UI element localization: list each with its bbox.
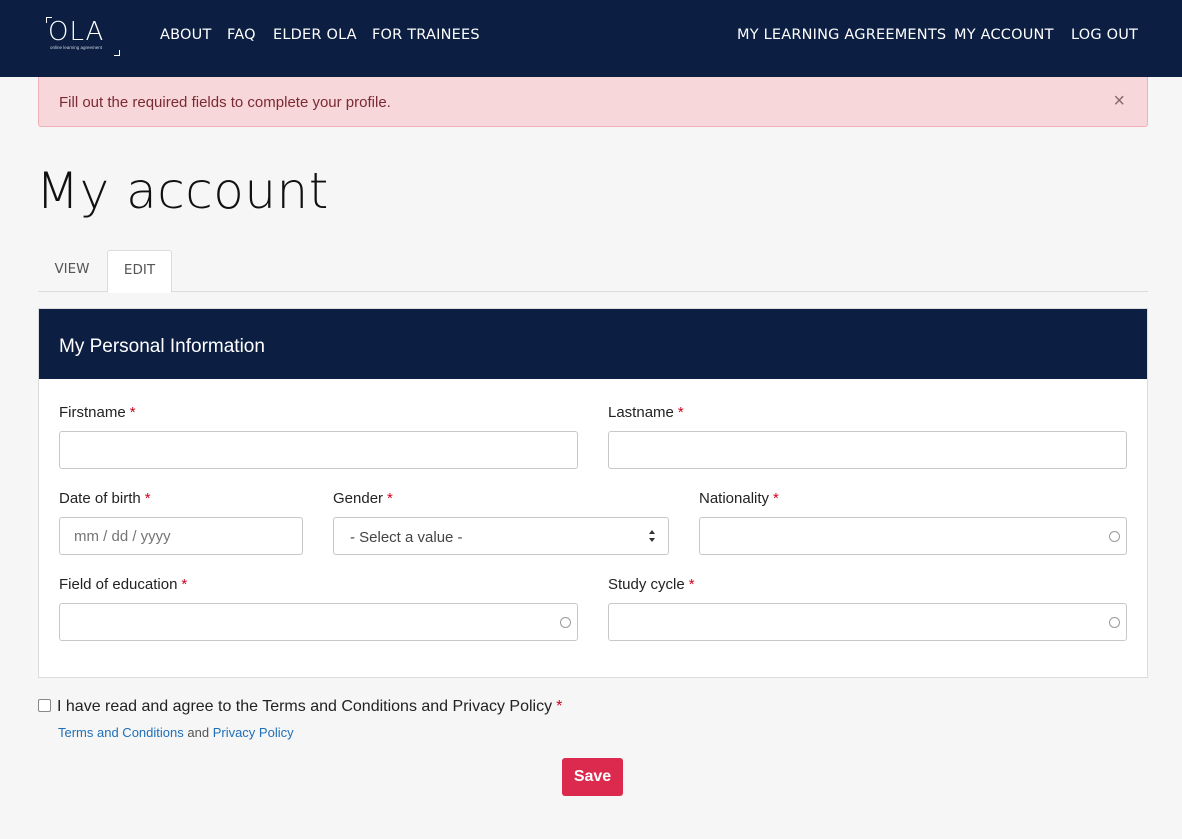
required-marker: * (677, 404, 684, 421)
nav-about[interactable]: ABOUT (160, 26, 212, 44)
study-cycle-field[interactable] (608, 603, 1127, 641)
lastname-field[interactable] (608, 431, 1127, 469)
date-of-birth-field[interactable] (59, 517, 303, 555)
ola-logo[interactable]: OLA online learning agreement (46, 17, 121, 57)
autocomplete-throbber-icon (560, 617, 571, 628)
required-marker: * (129, 404, 136, 421)
panel-header: My Personal Information (39, 309, 1147, 379)
field-of-education-label: Field of education * (59, 576, 187, 593)
logo-subtitle: online learning agreement (50, 45, 103, 50)
study-cycle-label: Study cycle * (608, 576, 695, 593)
required-marker: * (387, 490, 393, 507)
logo-corner-bottom-right (114, 50, 120, 56)
account-tabs: VIEW EDIT (38, 250, 1148, 293)
firstname-label: Firstname * (59, 404, 136, 421)
nationality-field[interactable] (699, 517, 1127, 555)
study-cycle-input[interactable] (609, 604, 1126, 640)
required-marker: * (144, 490, 151, 507)
alert-message: Fill out the required fields to complete… (59, 94, 391, 111)
study-cycle-label-text: Study cycle (608, 576, 685, 593)
lastname-label: Lastname * (608, 404, 684, 421)
nationality-label: Nationality * (699, 490, 779, 507)
dob-label: Date of birth * (59, 490, 151, 507)
terms-and-conditions-link[interactable]: Terms and Conditions (58, 725, 184, 740)
nationality-input[interactable] (700, 518, 1126, 554)
field-of-education-field[interactable] (59, 603, 578, 641)
gender-label-text: Gender (333, 490, 384, 507)
required-marker: * (556, 698, 563, 715)
terms-links: Terms and Conditions and Privacy Policy (58, 725, 294, 740)
privacy-policy-link[interactable]: Privacy Policy (213, 725, 294, 740)
firstname-label-text: Firstname (59, 404, 126, 421)
required-fields-alert: Fill out the required fields to complete… (38, 77, 1148, 127)
top-navbar: OLA online learning agreement ABOUT FAQ … (0, 0, 1182, 77)
required-marker: * (773, 490, 779, 507)
nationality-label-text: Nationality (699, 490, 770, 507)
links-separator: and (187, 725, 210, 740)
select-arrows-icon (649, 530, 655, 542)
tab-view[interactable]: VIEW (38, 250, 106, 292)
personal-information-panel: My Personal Information Firstname * Lastn… (38, 308, 1148, 678)
required-marker: * (688, 576, 695, 593)
required-marker: * (181, 576, 188, 593)
gender-selected-value: - Select a value - (350, 529, 463, 546)
alert-close-icon[interactable]: × (1113, 90, 1125, 112)
nav-elder-ola[interactable]: ELDER OLA (273, 26, 357, 44)
terms-checkbox[interactable] (38, 699, 51, 712)
page-title: My account (36, 162, 329, 220)
lastname-input[interactable] (609, 432, 1126, 468)
field-of-education-label-text: Field of education (59, 576, 178, 593)
firstname-input[interactable] (60, 432, 577, 468)
nav-my-account[interactable]: MY ACCOUNT (954, 26, 1054, 44)
nav-for-trainees[interactable]: FOR TRAINEES (372, 26, 480, 44)
dob-label-text: Date of birth (59, 490, 141, 507)
tab-edit[interactable]: EDIT (107, 250, 172, 293)
terms-agree-label[interactable]: I have read and agree to the Terms and C… (57, 698, 562, 716)
terms-agree-text: I have read and agree to the Terms and C… (57, 698, 553, 715)
panel-title: My Personal Information (59, 336, 265, 357)
gender-label: Gender * (333, 490, 393, 507)
firstname-field[interactable] (59, 431, 578, 469)
lastname-label-text: Lastname (608, 404, 674, 421)
date-of-birth-input[interactable] (60, 518, 302, 554)
autocomplete-throbber-icon (1109, 617, 1120, 628)
nav-my-learning-agreements[interactable]: MY LEARNING AGREEMENTS (737, 26, 946, 44)
nav-faq[interactable]: FAQ (227, 26, 256, 44)
field-of-education-input[interactable] (60, 604, 577, 640)
save-button[interactable]: Save (562, 758, 623, 796)
gender-select[interactable]: - Select a value - (333, 517, 669, 555)
autocomplete-throbber-icon (1109, 531, 1120, 542)
nav-log-out[interactable]: LOG OUT (1071, 26, 1138, 44)
logo-text: OLA (48, 17, 105, 47)
